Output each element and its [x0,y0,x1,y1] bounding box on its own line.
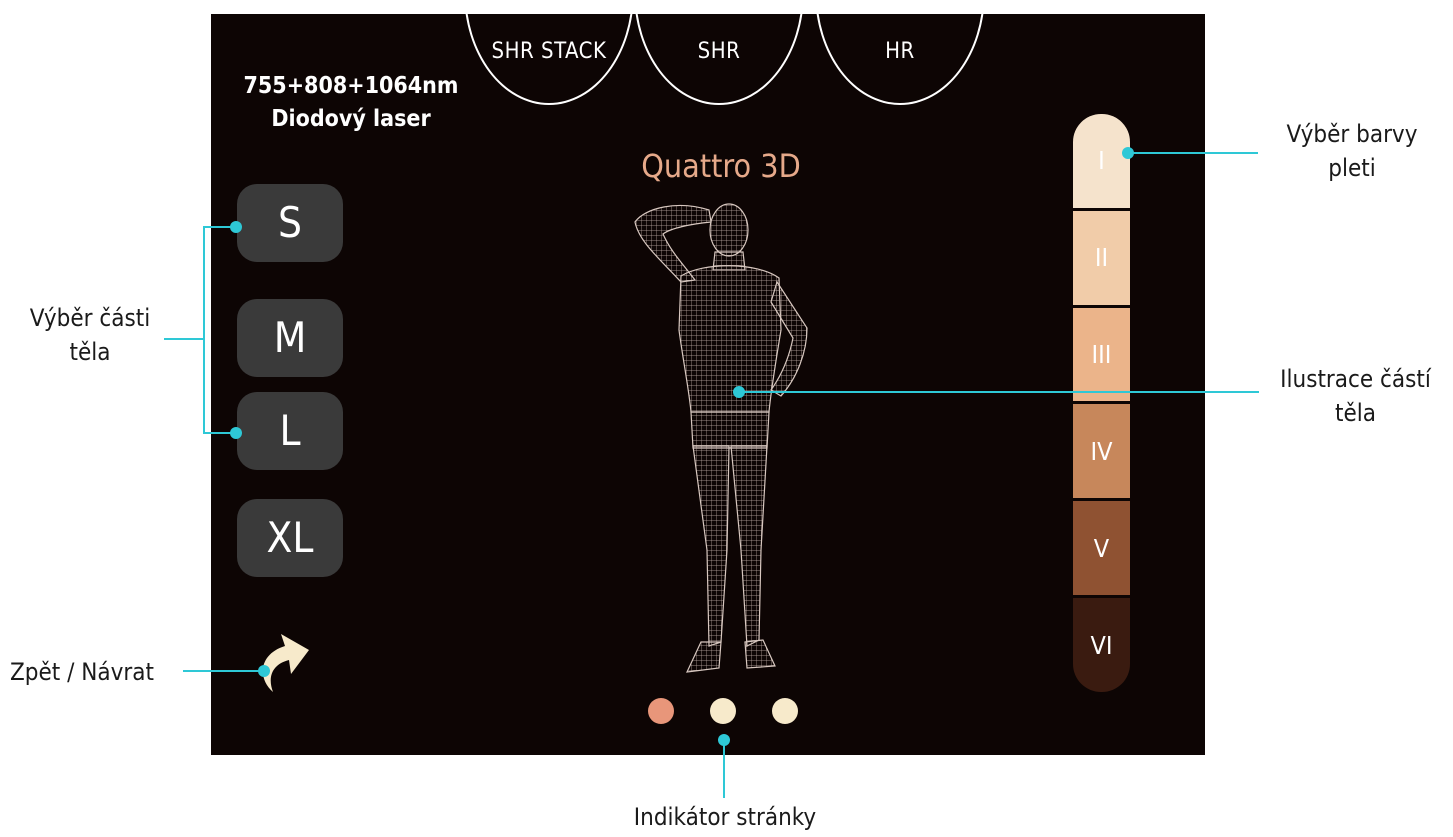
skin-type-v[interactable]: V [1073,498,1130,596]
annotation-skin-color: Výběr barvy pleti [1262,117,1442,185]
annotation-body-illustration-line2: těla [1335,399,1376,427]
page-dot-2[interactable] [710,698,736,724]
size-button-s[interactable]: S [237,184,343,262]
annotation-body-part-line [164,338,204,340]
device-screen: SHR STACK SHR HR 755+808+1064nm Diodový … [211,14,1205,755]
annotation-body-part-line1: Výběr části [29,304,151,332]
annotation-body-illustration-line1: Ilustrace částí [1280,365,1431,393]
page-dot-3[interactable] [772,698,798,724]
annotation-skin-color-dot [1122,147,1134,159]
tab-shr[interactable]: SHR [634,14,804,105]
annotation-body-illustration-line [739,391,1259,393]
skin-type-i[interactable]: I [1073,114,1130,208]
annotation-skin-color-line2: pleti [1328,154,1376,182]
annotation-page: Indikátor stránky [633,803,817,831]
laser-title: 755+808+1064nm Diodový laser [221,70,481,136]
skin-type-vi[interactable]: VI [1073,595,1130,692]
page-dot-1[interactable] [648,698,674,724]
annotation-back-line [183,670,263,672]
skin-type-selector: I II III IV V VI [1073,114,1130,692]
annotation-page-line [723,740,725,798]
annotation-back-dot [258,665,270,677]
curved-arrow-icon [262,634,309,692]
annotation-body-part-bracket [203,226,205,434]
annotation-skin-color-line [1128,152,1258,154]
annotation-body-part-dot-bottom [230,427,242,439]
back-button[interactable] [251,624,323,696]
annotation-body-part: Výběr části těla [4,301,176,369]
annotation-body-illustration: Ilustrace částí těla [1258,362,1453,430]
laser-wavelengths: 755+808+1064nm [243,73,459,99]
annotation-skin-color-line1: Výběr barvy [1286,120,1418,148]
laser-type: Diodový laser [271,106,431,132]
size-button-m[interactable]: M [237,299,343,377]
skin-type-ii[interactable]: II [1073,207,1130,305]
annotation-body-part-dot-top [230,221,242,233]
body-illustration[interactable] [611,190,831,690]
annotation-body-part-line2: těla [69,338,111,366]
tab-hr[interactable]: HR [815,14,985,105]
annotation-body-illustration-dot [733,386,745,398]
tab-shr-label: SHR [697,39,741,64]
brand-title: Quattro 3D [641,147,801,185]
size-button-xl[interactable]: XL [237,499,343,577]
annotation-back: Zpět / Návrat [10,658,154,686]
skin-type-iv[interactable]: IV [1073,401,1130,499]
skin-type-iii[interactable]: III [1073,304,1130,402]
tab-shr-stack-label: SHR STACK [491,39,607,64]
size-button-l[interactable]: L [237,392,343,470]
tab-shr-stack[interactable]: SHR STACK [464,14,634,105]
tab-hr-label: HR [885,39,915,64]
